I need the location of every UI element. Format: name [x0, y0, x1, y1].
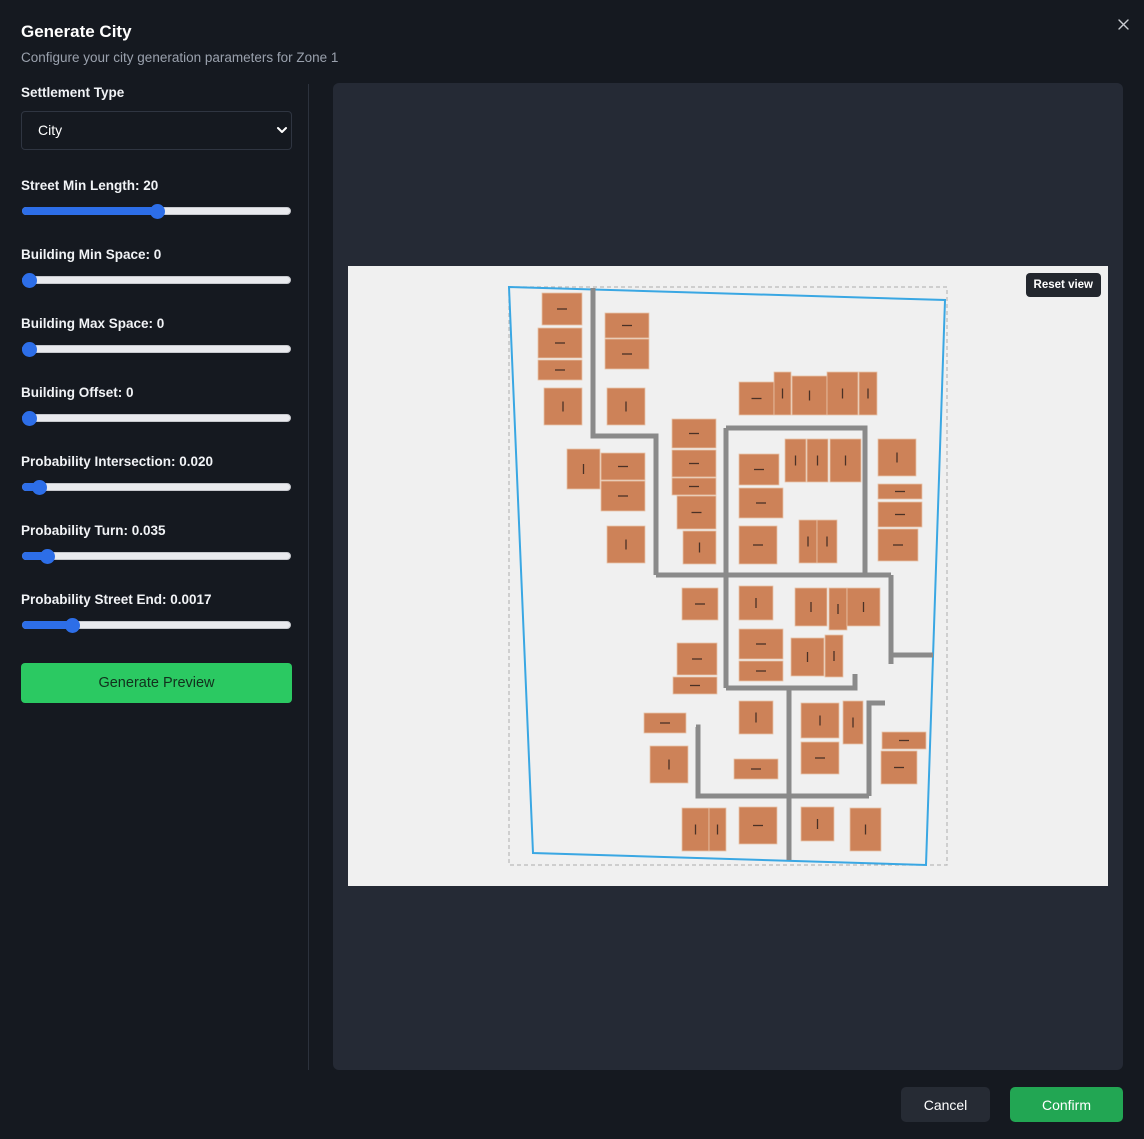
slider-track: [22, 276, 291, 284]
slider-label: Probability Street End: 0.0017: [21, 592, 212, 607]
chevron-down-icon: [277, 127, 287, 133]
range-slider[interactable]: [21, 272, 292, 288]
range-slider[interactable]: [21, 548, 292, 564]
slider-track: [22, 414, 291, 422]
slider-thumb[interactable]: [32, 480, 48, 495]
slider-thumb[interactable]: [22, 411, 37, 426]
slider-thumb[interactable]: [39, 549, 55, 564]
preview-panel: Reset view: [333, 83, 1123, 1070]
generate-preview-button[interactable]: Generate Preview: [21, 663, 292, 703]
range-slider[interactable]: [21, 410, 292, 426]
slider-group: Street Min Length: 20: [21, 176, 292, 219]
city-map-canvas[interactable]: Reset view: [348, 266, 1108, 886]
city-map: [507, 285, 948, 867]
settlement-type-select[interactable]: City: [21, 111, 292, 150]
confirm-button[interactable]: Confirm: [1010, 1087, 1123, 1122]
settings-panel: Settlement Type City Street Min Length: …: [21, 83, 292, 703]
slider-group: Building Min Space: 0: [21, 245, 292, 288]
slider-track: [22, 345, 291, 353]
slider-label: Building Offset: 0: [21, 385, 134, 400]
range-slider[interactable]: [21, 617, 292, 633]
slider-thumb[interactable]: [65, 618, 81, 633]
settlement-type-label: Settlement Type: [21, 85, 125, 100]
slider-thumb[interactable]: [22, 342, 37, 357]
panel-divider: [308, 84, 309, 1070]
reset-view-button[interactable]: Reset view: [1025, 273, 1101, 297]
slider-label: Probability Intersection: 0.020: [21, 454, 214, 469]
slider-label: Building Min Space: 0: [21, 247, 162, 262]
slider-label: Probability Turn: 0.035: [21, 523, 166, 538]
slider-group: Probability Intersection: 0.020: [21, 452, 292, 495]
slider-group: Probability Turn: 0.035: [21, 521, 292, 564]
slider-fill: [22, 207, 157, 215]
range-slider[interactable]: [21, 479, 292, 495]
slider-group: Probability Street End: 0.0017: [21, 590, 292, 633]
slider-thumb[interactable]: [22, 273, 37, 288]
dialog-title: Generate City: [21, 22, 132, 41]
range-slider[interactable]: [21, 203, 292, 219]
settlement-type-value: City: [38, 122, 63, 138]
dialog-subtitle: Configure your city generation parameter…: [21, 50, 339, 65]
close-icon: [1117, 18, 1129, 30]
slider-group: Building Offset: 0: [21, 383, 292, 426]
slider-thumb[interactable]: [149, 204, 165, 219]
slider-track: [22, 552, 291, 560]
close-button[interactable]: [1112, 13, 1134, 35]
slider-label: Street Min Length: 20: [21, 178, 159, 193]
slider-label: Building Max Space: 0: [21, 316, 165, 331]
slider-group: Building Max Space: 0: [21, 314, 292, 357]
range-slider[interactable]: [21, 341, 292, 357]
slider-track: [22, 483, 291, 491]
cancel-button[interactable]: Cancel: [901, 1087, 990, 1122]
